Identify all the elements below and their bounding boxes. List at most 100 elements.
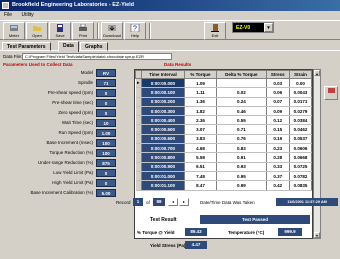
chevron-down-icon[interactable]: ▾ — [264, 23, 273, 32]
table-cell[interactable]: 0.0279 — [289, 106, 312, 117]
table-cell[interactable]: 0:00:00.800 — [141, 152, 185, 163]
table-cell[interactable]: 0.09 — [266, 106, 290, 117]
data-grid[interactable]: Time Interval% Torque Delta % Torque Stres… — [134, 69, 313, 239]
table-row[interactable]: 0:00:01.000 7.48 0.95 0.37 0.0782 — [135, 171, 312, 182]
menu-file[interactable]: File — [4, 12, 12, 18]
table-cell[interactable]: 4.68 — [184, 143, 218, 154]
tab-test-parameters[interactable]: Test Parameters — [2, 42, 51, 51]
table-row[interactable]: 0:00:00.400 2.36 0.55 0.12 0.0384 — [135, 115, 312, 126]
table-row[interactable]: 0:00:00.300 1.82 0.46 0.09 0.0279 — [135, 106, 312, 117]
table-cell[interactable]: 0:00:00.100 — [141, 87, 185, 98]
table-row[interactable]: 0:00:00.100 1.11 0.02 0.06 0.0043 — [135, 87, 312, 98]
table-cell[interactable]: 0.91 — [216, 152, 267, 163]
table-cell[interactable]: 3.07 — [184, 124, 218, 135]
table-cell[interactable]: 0.19 — [266, 134, 290, 145]
table-row[interactable]: 0:00:00.800 5.58 0.91 0.28 0.0668 — [135, 152, 312, 163]
table-cell[interactable]: 0:00:00.200 — [141, 97, 185, 107]
table-cell[interactable]: 0.42 — [266, 180, 290, 191]
table-cell[interactable]: 1.82 — [184, 106, 218, 117]
tab-graphs[interactable]: Graphs — [80, 42, 108, 51]
table-cell[interactable]: 0.0668 — [289, 152, 312, 163]
table-cell[interactable]: 0.24 — [216, 97, 267, 107]
column-header[interactable]: Stress — [265, 70, 290, 79]
table-cell[interactable]: 0:00:00.700 — [141, 143, 185, 154]
record-next-button[interactable]: ▸ — [179, 198, 189, 206]
table-row[interactable]: 0:00:00.700 4.68 0.83 0.23 0.0606 — [135, 143, 312, 154]
table-cell[interactable]: 1.36 — [184, 97, 218, 107]
table-cell[interactable]: 6.51 — [184, 162, 218, 172]
table-cell[interactable]: 0.0725 — [289, 162, 312, 172]
table-cell[interactable]: 0.00 — [289, 78, 312, 89]
table-cell[interactable]: 0.0606 — [289, 143, 312, 154]
table-cell[interactable]: 0.83 — [216, 143, 267, 154]
table-cell[interactable]: 0:00:00.600 — [141, 134, 185, 145]
data-grid-scrollbar[interactable]: ▴ ▾ — [313, 69, 321, 239]
table-cell[interactable]: 0.76 — [216, 134, 267, 145]
table-cell[interactable]: 0.23 — [266, 143, 290, 154]
tab-data[interactable]: Data — [58, 41, 79, 52]
save-button[interactable]: Save — [49, 22, 71, 40]
table-cell[interactable]: 0.07 — [266, 97, 290, 107]
record-current-field[interactable]: 1 — [133, 198, 143, 206]
table-cell[interactable]: 0.28 — [266, 152, 290, 163]
device-select[interactable]: EZ-V0 ▾ — [232, 22, 274, 33]
table-cell[interactable]: 0.46 — [216, 106, 267, 117]
table-cell[interactable]: 0:00:00.400 — [141, 115, 185, 126]
column-header[interactable]: Strain — [288, 70, 312, 79]
table-cell[interactable]: 0.33 — [266, 162, 290, 172]
table-cell[interactable]: 0.03 — [266, 78, 290, 89]
table-cell[interactable]: 0.37 — [266, 171, 290, 182]
table-cell[interactable]: 0.71 — [216, 124, 267, 135]
column-header[interactable]: Delta % Torque — [216, 70, 267, 79]
scroll-down-icon[interactable]: ▾ — [314, 232, 320, 238]
table-cell[interactable]: 0.55 — [216, 115, 267, 126]
table-row[interactable]: ▸ 0:00:00.000 1.09 0.03 0.00 — [135, 78, 312, 89]
table-cell[interactable]: 0.06 — [266, 87, 290, 98]
table-cell[interactable] — [216, 78, 267, 89]
table-row[interactable]: 0:00:00.600 3.83 0.76 0.19 0.0537 — [135, 134, 312, 145]
table-cell[interactable]: 0.0835 — [289, 180, 312, 191]
table-cell[interactable]: 0.93 — [216, 162, 267, 172]
table-cell[interactable]: 0.0043 — [289, 87, 312, 98]
table-cell[interactable]: 0:00:01.000 — [141, 171, 185, 182]
table-cell[interactable]: 8.47 — [184, 180, 218, 191]
table-cell[interactable]: 2.36 — [184, 115, 218, 126]
table-cell[interactable]: 1.11 — [184, 87, 218, 98]
exit-button[interactable]: Exit — [204, 22, 226, 40]
table-cell[interactable]: 3.83 — [184, 134, 218, 145]
table-row[interactable]: 0:00:00.200 1.36 0.24 0.07 0.0171 — [135, 97, 312, 107]
table-cell[interactable]: 0.0171 — [289, 97, 312, 107]
print-button[interactable]: Print — [72, 22, 94, 40]
table-cell[interactable]: 0.02 — [216, 87, 267, 98]
datafile-path-field[interactable]: C:\Program Files\Yield Test\dataSample\d… — [22, 53, 172, 60]
help-button[interactable]: ? Help — [124, 22, 146, 40]
column-header[interactable]: Time Interval — [141, 70, 185, 79]
table-row[interactable]: 0:00:01.100 8.47 0.99 0.42 0.0835 — [135, 180, 312, 191]
table-cell[interactable]: 0:00:00.300 — [141, 106, 185, 117]
export-button[interactable] — [324, 86, 338, 100]
table-cell[interactable]: 0.0537 — [289, 134, 312, 145]
table-cell[interactable]: 0.12 — [266, 115, 290, 126]
table-cell[interactable]: 0:00:01.100 — [141, 180, 185, 191]
table-row[interactable]: 0:00:00.900 6.51 0.93 0.33 0.0725 — [135, 162, 312, 172]
meter-button[interactable]: Meter — [3, 22, 25, 40]
table-cell[interactable]: 0.15 — [266, 124, 290, 135]
table-row[interactable]: 0:00:00.500 3.07 0.71 0.15 0.0462 — [135, 124, 312, 135]
table-cell[interactable]: 0.0782 — [289, 171, 312, 182]
table-cell[interactable]: 0.0462 — [289, 124, 312, 135]
download-button[interactable]: Download — [101, 22, 123, 40]
table-cell[interactable]: 1.09 — [184, 78, 218, 89]
table-cell[interactable]: 0:00:00.500 — [141, 124, 185, 135]
table-cell[interactable]: 0:00:00.900 — [141, 162, 185, 172]
table-cell[interactable]: 0.95 — [216, 171, 267, 182]
column-header[interactable]: % Torque — [183, 70, 218, 79]
scroll-up-icon[interactable]: ▴ — [314, 70, 320, 76]
table-cell[interactable]: 7.48 — [184, 171, 218, 182]
record-prev-button[interactable]: ◂ — [168, 198, 178, 206]
open-button[interactable]: Open — [26, 22, 48, 40]
table-cell[interactable]: 0:00:00.000 — [141, 78, 185, 89]
menu-utility[interactable]: Utility — [21, 12, 33, 18]
table-cell[interactable]: 0.99 — [216, 180, 267, 191]
table-cell[interactable]: 0.0384 — [289, 115, 312, 126]
table-cell[interactable]: 5.58 — [184, 152, 218, 163]
